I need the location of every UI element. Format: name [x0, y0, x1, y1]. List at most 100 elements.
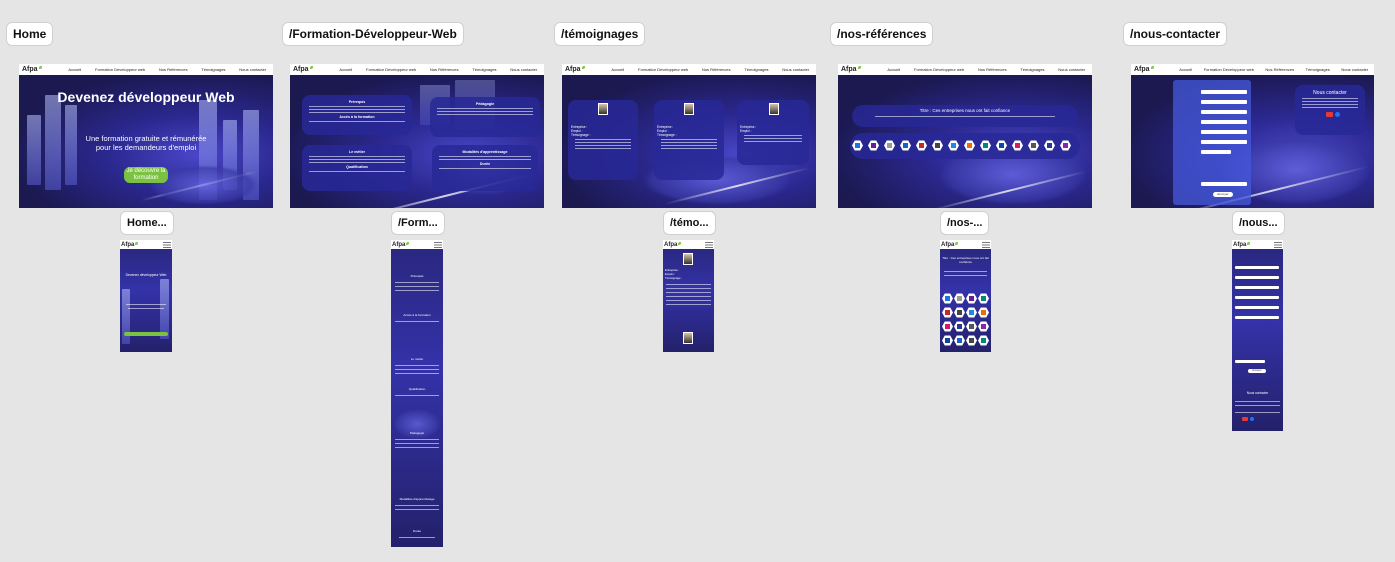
nav-accueil[interactable]: Accueil: [1179, 67, 1192, 72]
leaf-icon: [1247, 241, 1251, 245]
mobile-frame-references: Afpa Titre : Ces entreprises nous ont fa…: [940, 240, 991, 352]
nav-contact[interactable]: Nous contacter: [782, 67, 809, 72]
facebook-icon[interactable]: [1250, 417, 1254, 421]
hamburger-menu-icon[interactable]: [705, 241, 713, 248]
mobile-frame-temoignages: Afpa Entreprise : Emploi : Témoignage :: [663, 240, 714, 352]
form-select[interactable]: [1201, 182, 1247, 186]
hamburger-menu-icon[interactable]: [1274, 241, 1282, 248]
form-input[interactable]: [1201, 90, 1247, 94]
form-input[interactable]: [1201, 130, 1247, 134]
mobile-references-content: Titre : Ces entreprises nous ont fait co…: [940, 249, 991, 352]
nav-temoignages[interactable]: Témoignages: [472, 67, 496, 72]
afpa-logo: Afpa: [293, 66, 313, 73]
youtube-icon[interactable]: [1242, 417, 1248, 421]
hamburger-menu-icon[interactable]: [982, 241, 990, 248]
mobile-references-title: Titre : Ces entreprises nous ont fait co…: [942, 256, 989, 264]
testimonial-card-1: Entreprise : Emploi : Témoignage :: [568, 100, 638, 180]
testimonial-card-3: Entreprise : Emploi :: [737, 100, 809, 165]
contact-info-panel: Nous contacter: [1295, 85, 1365, 135]
afpa-logo: Afpa: [1134, 66, 1154, 73]
nav-formation[interactable]: Formation Développeur web: [638, 67, 688, 72]
frame-label-references-mobile[interactable]: /nos-...: [940, 211, 990, 235]
form-input[interactable]: [1201, 140, 1247, 144]
leaf-icon: [135, 241, 139, 245]
form-input[interactable]: [1201, 120, 1247, 124]
nav-references[interactable]: Nos Références: [430, 67, 459, 72]
nav-contact[interactable]: Nous contacter: [510, 67, 537, 72]
desktop-frame-references: Afpa Accueil Formation Développeur web N…: [838, 64, 1092, 208]
facebook-icon[interactable]: [1335, 112, 1340, 117]
frame-label-contact-mobile[interactable]: /nous...: [1232, 211, 1285, 235]
discover-formation-button[interactable]: Je découvre la formation: [124, 167, 168, 183]
avatar: [684, 103, 694, 115]
nav-temoignages[interactable]: Témoignages: [201, 67, 225, 72]
nav-temoignages[interactable]: Témoignages: [1020, 67, 1044, 72]
contact-title: Nous contacter: [1313, 90, 1347, 96]
leaf-icon: [581, 66, 585, 69]
nav-references[interactable]: Nos Références: [978, 67, 1007, 72]
frame-label-home[interactable]: Home: [6, 22, 54, 46]
pedagogie-panel: Pédagogie: [430, 97, 540, 137]
frame-label-formation[interactable]: /Formation-Développeur-Web: [282, 22, 464, 46]
nav-contact[interactable]: Nous contacter: [239, 67, 266, 72]
hamburger-menu-icon[interactable]: [163, 241, 171, 248]
nav-accueil[interactable]: Accueil: [68, 67, 81, 72]
mobile-contact-content: Envoyer Nous contacter: [1232, 249, 1283, 431]
nav-temoignages[interactable]: Témoignages: [744, 67, 768, 72]
avatar: [683, 332, 693, 344]
frame-label-references[interactable]: /nos-références: [830, 22, 934, 46]
leaf-icon: [309, 66, 313, 69]
top-nav: Afpa Accueil Formation Développeur web N…: [838, 64, 1092, 75]
afpa-logo: Afpa: [121, 241, 139, 248]
form-input[interactable]: [1201, 150, 1231, 154]
afpa-logo: Afpa: [841, 66, 861, 73]
form-input[interactable]: [1201, 100, 1247, 104]
youtube-icon[interactable]: [1326, 112, 1333, 117]
desktop-frame-contact: Afpa Accueil Formation Développeur web N…: [1131, 64, 1374, 208]
nav-references[interactable]: Nos Références: [702, 67, 731, 72]
form-input[interactable]: [1235, 296, 1279, 299]
frame-label-formation-mobile[interactable]: /Form...: [391, 211, 445, 235]
nav-references[interactable]: Nos Références: [1265, 67, 1294, 72]
form-input[interactable]: [1235, 266, 1279, 269]
mobile-frame-contact: Afpa Envoyer Nous contacter: [1232, 240, 1283, 431]
nav-formation[interactable]: Formation Développeur web: [366, 67, 416, 72]
hero-background: Devenez développeur Web Une formation gr…: [19, 75, 273, 208]
nav-contact[interactable]: Nous contacter: [1341, 67, 1368, 72]
mobile-temoignages-content: Entreprise : Emploi : Témoignage :: [663, 249, 714, 352]
nav-accueil[interactable]: Accueil: [611, 67, 624, 72]
mobile-formation-content: Prérequis Accès à la formation Le métier…: [391, 249, 443, 547]
nav-temoignages[interactable]: Témoignages: [1306, 67, 1330, 72]
submit-button[interactable]: Envoyer: [1213, 192, 1233, 197]
nav-accueil[interactable]: Accueil: [887, 67, 900, 72]
form-input[interactable]: [1235, 306, 1279, 309]
afpa-logo: Afpa: [941, 241, 959, 248]
leaf-icon: [406, 241, 410, 245]
form-select[interactable]: [1235, 360, 1265, 363]
nav-formation[interactable]: Formation Développeur web: [914, 67, 964, 72]
nav-contact[interactable]: Nous contacter: [1058, 67, 1085, 72]
form-input[interactable]: [1235, 276, 1279, 279]
frame-label-home-mobile[interactable]: Home...: [120, 211, 174, 235]
form-input[interactable]: [1235, 316, 1279, 319]
frame-label-temoignages-mobile[interactable]: /témo...: [663, 211, 716, 235]
nav-formation[interactable]: Formation Développeur web: [1204, 67, 1254, 72]
mobile-nav: Afpa: [940, 240, 991, 249]
formation-background: Prérequis Accès à la formation Le métier…: [290, 75, 544, 208]
afpa-logo: Afpa: [1233, 241, 1251, 248]
form-input[interactable]: [1201, 110, 1247, 114]
hamburger-menu-icon[interactable]: [434, 241, 442, 248]
form-input[interactable]: [1235, 286, 1279, 289]
top-nav: Afpa Accueil Formation Développeur web N…: [562, 64, 816, 75]
mobile-frame-home: Afpa Devenez développeur Web: [120, 240, 172, 352]
frame-label-temoignages[interactable]: /témoignages: [554, 22, 646, 46]
leaf-icon: [1150, 66, 1154, 69]
mobile-cta-button[interactable]: [124, 332, 168, 336]
nav-formation[interactable]: Formation Développeur web: [95, 67, 145, 72]
nav-accueil[interactable]: Accueil: [339, 67, 352, 72]
modalites-panel: Modalités d'apprentissage Durée: [432, 145, 538, 191]
nav-references[interactable]: Nos Références: [159, 67, 188, 72]
frame-label-contact[interactable]: /nous-contacter: [1123, 22, 1228, 46]
testimonial-card-2: Entreprise : Emploi : Témoignage :: [654, 100, 724, 180]
submit-button[interactable]: Envoyer: [1248, 369, 1266, 373]
